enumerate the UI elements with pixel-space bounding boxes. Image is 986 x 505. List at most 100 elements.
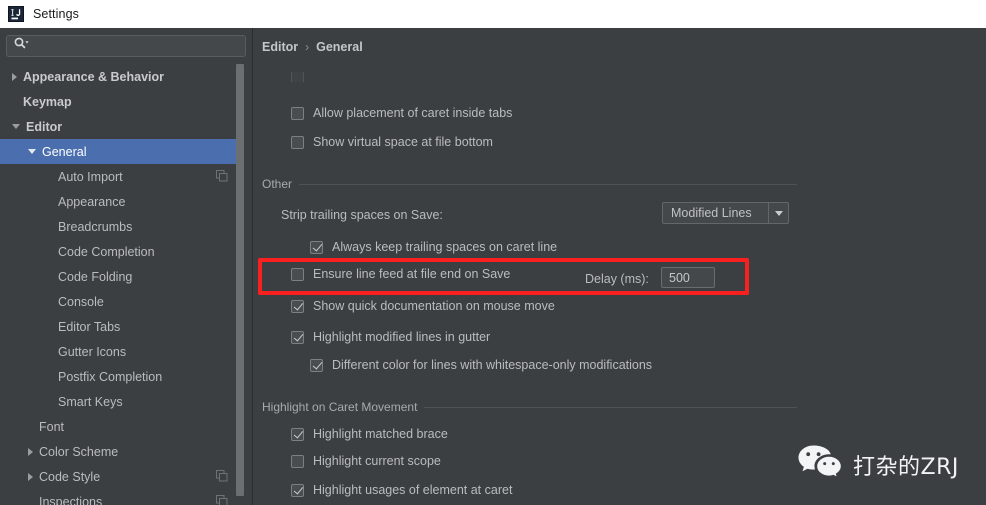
checkbox-row-highlight-current-scope[interactable]: Highlight current scope	[291, 454, 441, 468]
breadcrumb: Editor › General	[262, 40, 363, 54]
sidebar-item-code-completion[interactable]: Code Completion	[0, 239, 240, 264]
checkbox-ensure-line-feed[interactable]	[291, 267, 304, 281]
checkbox-row-different-color-whitespace[interactable]: Different color for lines with whitespac…	[310, 358, 652, 372]
sidebar-scrollbar-track[interactable]	[236, 64, 248, 502]
checkbox-label-highlight-usages: Highlight usages of element at caret	[313, 483, 513, 497]
sidebar-item-inspections[interactable]: Inspections	[0, 489, 240, 505]
sidebar-item-label: General	[42, 144, 87, 159]
checkbox-always-keep-trailing[interactable]	[310, 240, 323, 254]
checkbox-label-different-color-whitespace: Different color for lines with whitespac…	[332, 358, 653, 372]
sidebar-item-editor[interactable]: Editor	[0, 114, 240, 139]
sidebar-item-breadcrumbs[interactable]: Breadcrumbs	[0, 214, 240, 239]
chevron-right-icon[interactable]	[28, 447, 33, 456]
window-title: Settings	[33, 7, 79, 21]
sidebar-item-code-folding[interactable]: Code Folding	[0, 264, 240, 289]
watermark-text: 打杂的ZRJ	[853, 454, 959, 480]
sidebar-item-gutter-icons[interactable]: Gutter Icons	[0, 339, 240, 364]
sidebar-item-label: Appearance & Behavior	[23, 69, 165, 84]
section-label-highlight-on-caret-movement: Highlight on Caret Movement	[262, 400, 418, 414]
sidebar-item-color-scheme[interactable]: Color Scheme	[0, 439, 240, 464]
strip-trailing-spaces-value: Modified Lines	[671, 206, 752, 220]
section-divider-highlight-on-caret-movement	[424, 406, 797, 408]
strip-trailing-spaces-dropdown-button[interactable]	[768, 203, 788, 223]
checkbox-label-allow-caret-in-tabs: Allow placement of caret inside tabs	[313, 106, 513, 120]
search-icon	[14, 37, 29, 55]
checkbox-label-ensure-line-feed: Ensure line feed at file end on Save	[313, 267, 511, 281]
checkbox-highlight-modified-lines[interactable]	[291, 330, 304, 344]
checkbox-row-show-quick-doc[interactable]: Show quick documentation on mouse move	[291, 299, 555, 313]
checkbox-label-show-virtual-space: Show virtual space at file bottom	[313, 135, 493, 149]
chevron-right-icon[interactable]	[12, 72, 17, 81]
title-bar: Settings	[0, 0, 986, 28]
chevron-down-icon[interactable]	[28, 149, 36, 154]
sidebar-item-postfix-completion[interactable]: Postfix Completion	[0, 364, 240, 389]
checkbox-allow-caret-in-tabs[interactable]	[291, 106, 304, 120]
sidebar-item-label: Code Style	[39, 469, 101, 484]
sidebar-item-appearance[interactable]: Appearance	[0, 189, 240, 214]
intellij-idea-icon	[8, 6, 24, 22]
checkbox-highlight-current-scope[interactable]	[291, 454, 304, 468]
sidebar-item-label: Keymap	[23, 94, 72, 109]
breadcrumb-separator-icon: ›	[305, 40, 310, 54]
sidebar-item-label: Postfix Completion	[58, 369, 163, 384]
section-divider-other	[299, 183, 797, 185]
sidebar-item-keymap[interactable]: Keymap	[0, 89, 240, 114]
checkbox-label-highlight-modified-lines: Highlight modified lines in gutter	[313, 330, 491, 344]
search-field-wrapper[interactable]	[6, 35, 246, 57]
strip-trailing-spaces-dropdown[interactable]: Modified Lines	[662, 202, 789, 224]
sidebar-item-label: Color Scheme	[39, 444, 119, 459]
checkbox-row-highlight-modified-lines[interactable]: Highlight modified lines in gutter	[291, 330, 490, 344]
checkbox-label-highlight-matched-brace: Highlight matched brace	[313, 427, 448, 441]
sidebar-item-console[interactable]: Console	[0, 289, 240, 314]
sidebar-item-appearance-behavior[interactable]: Appearance & Behavior	[0, 64, 240, 89]
checkbox-different-color-whitespace[interactable]	[310, 358, 323, 372]
sidebar-item-code-style[interactable]: Code Style	[0, 464, 240, 489]
settings-sidebar: Appearance & Behavior Keymap Editor General…	[0, 28, 252, 505]
sidebar-item-general[interactable]: General	[0, 139, 240, 164]
checkbox-row-always-keep-trailing[interactable]: Always keep trailing spaces on caret lin…	[310, 240, 557, 254]
search-input[interactable]	[6, 35, 246, 57]
delay-input[interactable]: 500	[661, 267, 715, 288]
sidebar-item-auto-import[interactable]: Auto Import	[0, 164, 240, 189]
settings-content-panel: Editor › General Allow placement of care…	[253, 28, 986, 505]
section-other: Other	[262, 177, 797, 191]
checkbox-show-quick-doc[interactable]	[291, 299, 304, 313]
section-highlight-on-caret-movement: Highlight on Caret Movement	[262, 400, 797, 414]
sidebar-scrollbar-thumb[interactable]	[236, 64, 244, 496]
sidebar-item-label: Inspections	[39, 494, 103, 505]
chevron-down-icon	[774, 210, 783, 216]
sidebar-item-label: Auto Import	[58, 169, 123, 184]
delay-input-value: 500	[669, 270, 690, 285]
sidebar-item-smart-keys[interactable]: Smart Keys	[0, 389, 240, 414]
sidebar-item-label: Appearance	[58, 194, 126, 209]
checkbox-highlight-matched-brace[interactable]	[291, 427, 304, 441]
breadcrumb-leaf: General	[316, 40, 363, 54]
sidebar-item-label: Smart Keys	[58, 394, 123, 409]
clipped-checkbox	[291, 72, 304, 82]
copy-settings-icon[interactable]	[216, 470, 228, 485]
checkbox-row-allow-caret-in-tabs[interactable]: Allow placement of caret inside tabs	[291, 106, 512, 120]
settings-window: Settings Appearance & Behavior Keymap Edit…	[0, 0, 986, 505]
checkbox-row-highlight-usages[interactable]: Highlight usages of element at caret	[291, 483, 512, 497]
watermark: 打杂的ZRJ	[797, 443, 959, 486]
checkbox-row-ensure-line-feed[interactable]: Ensure line feed at file end on Save	[291, 267, 510, 281]
breadcrumb-root[interactable]: Editor	[262, 40, 298, 54]
chevron-down-icon[interactable]	[12, 124, 20, 129]
chevron-right-icon[interactable]	[28, 472, 33, 481]
copy-settings-icon[interactable]	[216, 495, 228, 505]
settings-tree[interactable]: Appearance & Behavior Keymap Editor General…	[0, 64, 240, 505]
checkbox-show-virtual-space[interactable]	[291, 135, 304, 149]
clipped-row-above	[291, 72, 313, 82]
sidebar-item-label: Editor Tabs	[58, 319, 121, 334]
checkbox-label-always-keep-trailing: Always keep trailing spaces on caret lin…	[332, 240, 558, 254]
sidebar-item-label: Gutter Icons	[58, 344, 127, 359]
sidebar-item-label: Code Completion	[58, 244, 155, 259]
sidebar-item-font[interactable]: Font	[0, 414, 240, 439]
sidebar-item-editor-tabs[interactable]: Editor Tabs	[0, 314, 240, 339]
sidebar-item-label: Editor	[26, 119, 63, 134]
checkbox-row-highlight-matched-brace[interactable]: Highlight matched brace	[291, 427, 448, 441]
checkbox-highlight-usages[interactable]	[291, 483, 304, 497]
sidebar-item-label: Code Folding	[58, 269, 133, 284]
copy-settings-icon[interactable]	[216, 170, 228, 185]
checkbox-row-show-virtual-space[interactable]: Show virtual space at file bottom	[291, 135, 493, 149]
